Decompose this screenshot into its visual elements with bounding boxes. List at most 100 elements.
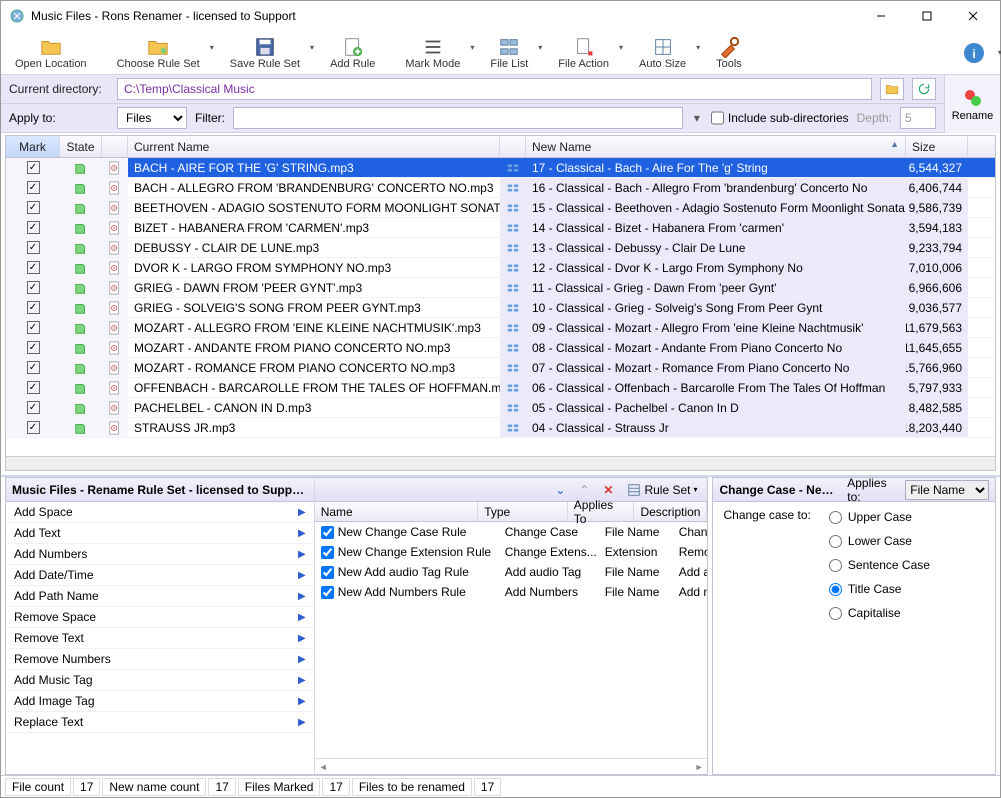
rule-category[interactable]: Remove Space▶ xyxy=(6,607,314,628)
table-row[interactable]: ✓MOZART - ANDANTE FROM PIANO CONCERTO NO… xyxy=(6,338,995,358)
auto-size-button[interactable]: Auto Size ▾ xyxy=(633,35,692,71)
mark-checkbox[interactable]: ✓ xyxy=(27,161,40,174)
rule-category[interactable]: Add Date/Time▶ xyxy=(6,565,314,586)
table-row[interactable]: ✓STRAUSS JR.mp304 - Classical - Strauss … xyxy=(6,418,995,438)
move-down-button[interactable]: ⌄ xyxy=(551,481,569,499)
case-option[interactable]: Upper Case xyxy=(829,510,930,524)
applies-to-select[interactable]: File Name xyxy=(905,480,989,500)
mark-checkbox[interactable]: ✓ xyxy=(27,341,40,354)
table-row[interactable]: ✓MOZART - ROMANCE FROM PIANO CONCERTO NO… xyxy=(6,358,995,378)
col-icon[interactable] xyxy=(102,136,128,157)
mark-checkbox[interactable]: ✓ xyxy=(27,421,40,434)
col-size[interactable]: Size xyxy=(906,136,968,157)
choose-rule-set-button[interactable]: Choose Rule Set ▾ xyxy=(111,35,206,71)
rule-category[interactable]: Add Music Tag▶ xyxy=(6,670,314,691)
save-rule-set-button[interactable]: Save Rule Set ▾ xyxy=(224,35,306,71)
delete-rule-button[interactable]: ✕ xyxy=(599,481,617,499)
folder-rules-icon xyxy=(147,36,169,58)
table-row[interactable]: ✓MOZART - ALLEGRO FROM 'EINE KLEINE NACH… xyxy=(6,318,995,338)
case-option[interactable]: Sentence Case xyxy=(829,558,930,572)
apply-to-select[interactable]: Files xyxy=(117,107,187,129)
col-current[interactable]: Current Name xyxy=(128,136,500,157)
statusbar: File count 17 New name count 17 Files Ma… xyxy=(1,775,1000,797)
refresh-button[interactable] xyxy=(912,78,936,100)
col-icon2[interactable] xyxy=(500,136,526,157)
rule-category[interactable]: Add Space▶ xyxy=(6,502,314,523)
filter-dropdown-icon[interactable]: ▾ xyxy=(691,111,703,125)
file-action-button[interactable]: File Action ▾ xyxy=(552,35,615,71)
rcol-applies[interactable]: Applies To xyxy=(568,502,635,521)
rule-options-title: Change Case - New ... xyxy=(719,483,835,497)
table-row[interactable]: ✓DEBUSSY - CLAIR DE LUNE.mp313 - Classic… xyxy=(6,238,995,258)
table-row[interactable]: ✓PACHELBEL - CANON IN D.mp305 - Classica… xyxy=(6,398,995,418)
mark-checkbox[interactable]: ✓ xyxy=(27,301,40,314)
rule-category[interactable]: Add Text▶ xyxy=(6,523,314,544)
browse-folder-button[interactable] xyxy=(880,78,904,100)
file-list-button[interactable]: File List ▾ xyxy=(484,35,534,71)
table-row[interactable]: ✓GRIEG - DAWN FROM 'PEER GYNT'.mp311 - C… xyxy=(6,278,995,298)
rule-category[interactable]: Remove Text▶ xyxy=(6,628,314,649)
table-body[interactable]: ✓BACH - AIRE FOR THE 'G' STRING.mp317 - … xyxy=(6,158,995,456)
rule-category[interactable]: Remove Numbers▶ xyxy=(6,649,314,670)
col-state[interactable]: State xyxy=(60,136,102,157)
case-option[interactable]: Lower Case xyxy=(829,534,930,548)
table-row[interactable]: ✓BACH - ALLEGRO FROM 'BRANDENBURG' CONCE… xyxy=(6,178,995,198)
table-row[interactable]: ✓BEETHOVEN - ADAGIO SOSTENUTO FORM MOONL… xyxy=(6,198,995,218)
rule-category[interactable]: Add Path Name▶ xyxy=(6,586,314,607)
ruleset-icon xyxy=(627,483,641,497)
rule-row[interactable]: New Change Extension RuleChange Extens..… xyxy=(315,542,708,562)
table-row[interactable]: ✓GRIEG - SOLVEIG'S SONG FROM PEER GYNT.m… xyxy=(6,298,995,318)
rule-row[interactable]: New Add Numbers RuleAdd NumbersFile Name… xyxy=(315,582,708,602)
mark-checkbox[interactable]: ✓ xyxy=(27,261,40,274)
rename-button[interactable]: Rename xyxy=(944,75,1000,133)
h-scrollbar[interactable] xyxy=(6,456,995,470)
rules-h-scroll[interactable]: ◄► xyxy=(315,758,708,774)
mark-checkbox[interactable]: ✓ xyxy=(27,221,40,234)
mark-checkbox[interactable]: ✓ xyxy=(27,401,40,414)
rule-enabled-checkbox[interactable] xyxy=(321,546,334,559)
new-file-icon xyxy=(506,221,520,235)
tools-button[interactable]: Tools xyxy=(710,35,748,71)
mark-checkbox[interactable]: ✓ xyxy=(27,321,40,334)
case-option[interactable]: Capitalise xyxy=(829,606,930,620)
table-row[interactable]: ✓DVOR K - LARGO FROM SYMPHONY NO.mp312 -… xyxy=(6,258,995,278)
table-row[interactable]: ✓BIZET - HABANERA FROM 'CARMEN'.mp314 - … xyxy=(6,218,995,238)
mark-checkbox[interactable]: ✓ xyxy=(27,281,40,294)
rule-category[interactable]: Add Image Tag▶ xyxy=(6,691,314,712)
mark-mode-button[interactable]: Mark Mode ▾ xyxy=(399,35,466,71)
rule-row[interactable]: New Add audio Tag RuleAdd audio TagFile … xyxy=(315,562,708,582)
rule-enabled-checkbox[interactable] xyxy=(321,586,334,599)
mark-checkbox[interactable]: ✓ xyxy=(27,381,40,394)
col-mark[interactable]: Mark xyxy=(6,136,60,157)
mark-checkbox[interactable]: ✓ xyxy=(27,361,40,374)
table-row[interactable]: ✓BACH - AIRE FOR THE 'G' STRING.mp317 - … xyxy=(6,158,995,178)
mark-checkbox[interactable]: ✓ xyxy=(27,181,40,194)
rcol-desc[interactable]: Description xyxy=(634,502,707,521)
rule-category[interactable]: Replace Text▶ xyxy=(6,712,314,733)
new-name: 12 - Classical - Dvor K - Largo From Sym… xyxy=(526,258,906,277)
mark-checkbox[interactable]: ✓ xyxy=(27,201,40,214)
rule-row[interactable]: New Change Case RuleChange CaseFile Name… xyxy=(315,522,708,542)
mark-checkbox[interactable]: ✓ xyxy=(27,241,40,254)
close-button[interactable] xyxy=(950,2,996,30)
rule-category[interactable]: Add Numbers▶ xyxy=(6,544,314,565)
include-subdirs-checkbox[interactable]: Include sub-directories xyxy=(711,107,849,129)
col-new[interactable]: New Name▲ xyxy=(526,136,906,157)
rules-body[interactable]: New Change Case RuleChange CaseFile Name… xyxy=(315,522,708,758)
directory-input[interactable] xyxy=(117,78,872,100)
case-option[interactable]: Title Case xyxy=(829,582,930,596)
move-up-button[interactable]: ⌃ xyxy=(575,481,593,499)
rule-set-menu-button[interactable]: Rule Set ▾ xyxy=(623,481,701,499)
folder-open-icon xyxy=(40,36,62,58)
rule-enabled-checkbox[interactable] xyxy=(321,566,334,579)
filter-input[interactable] xyxy=(233,107,683,129)
info-button[interactable]: i ▾ xyxy=(956,40,992,66)
maximize-button[interactable] xyxy=(904,2,950,30)
rcol-name[interactable]: Name xyxy=(315,502,479,521)
add-rule-button[interactable]: Add Rule xyxy=(324,35,381,71)
minimize-button[interactable] xyxy=(858,2,904,30)
rule-enabled-checkbox[interactable] xyxy=(321,526,334,539)
table-row[interactable]: ✓OFFENBACH - BARCAROLLE FROM THE TALES O… xyxy=(6,378,995,398)
open-location-button[interactable]: Open Location xyxy=(9,35,93,71)
rcol-type[interactable]: Type xyxy=(478,502,568,521)
